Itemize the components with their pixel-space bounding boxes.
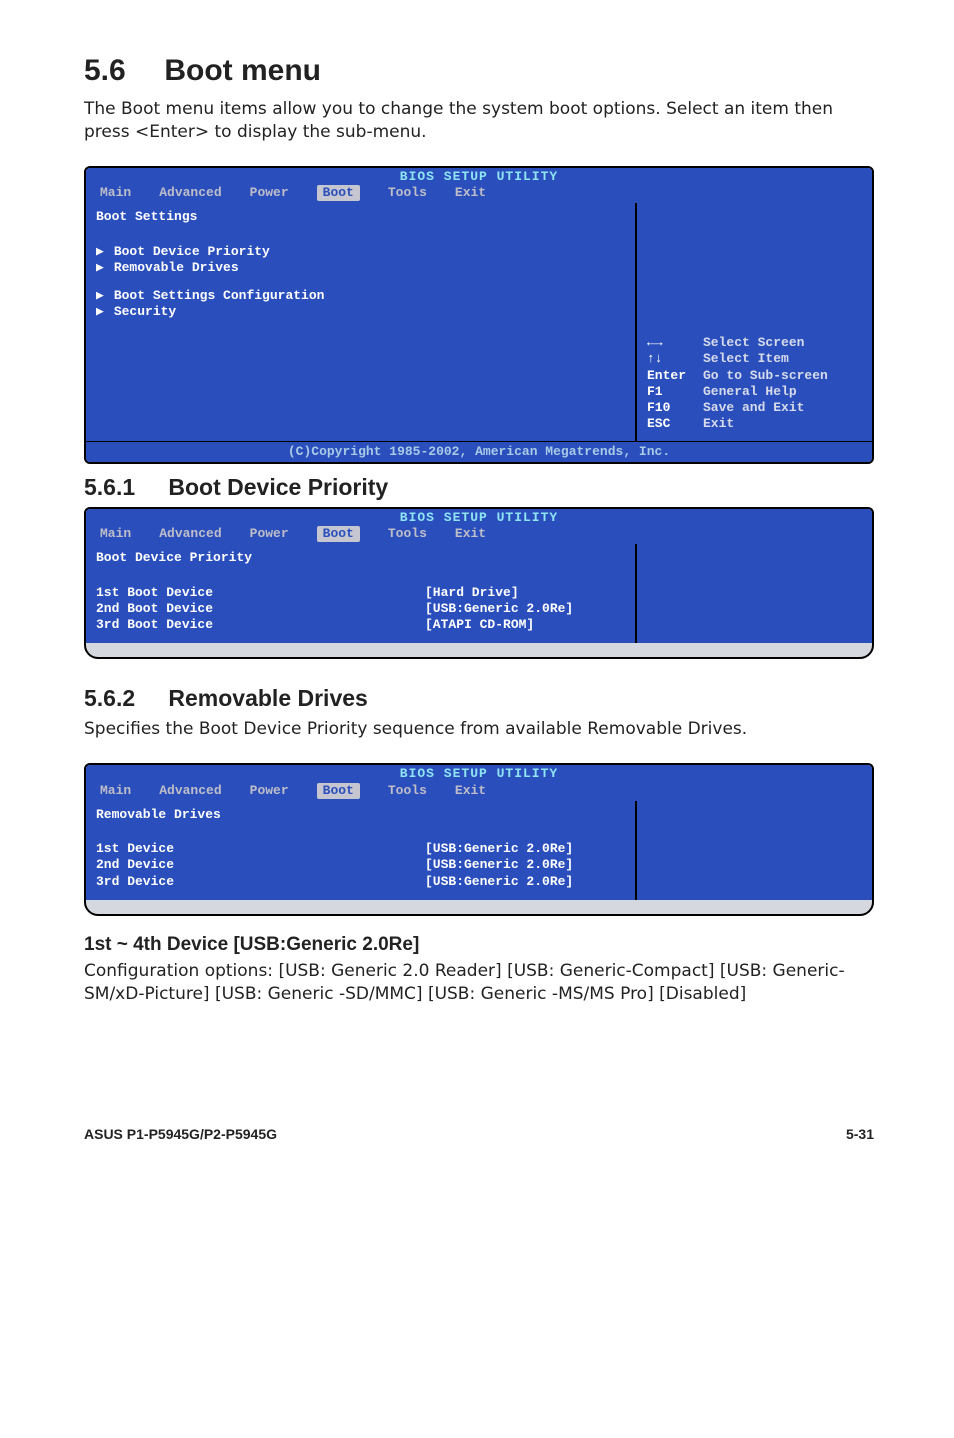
bios-util-title: BIOS SETUP UTILITY: [86, 509, 872, 526]
bios-row-value: [USB:Generic 2.0Re]: [425, 841, 625, 857]
bios-tab-power[interactable]: Power: [250, 783, 289, 799]
bios-item-security[interactable]: ▶ Security: [96, 304, 625, 320]
bios-row-value: [USB:Generic 2.0Re]: [425, 874, 625, 890]
bios-tab-tools[interactable]: Tools: [388, 185, 427, 201]
footer-left: ASUS P1-P5945G/P2-P5945G: [84, 1126, 277, 1142]
bios-row-label: 3rd Device: [96, 874, 425, 890]
bios-tab-advanced[interactable]: Advanced: [159, 783, 221, 799]
bios-row-label: 1st Device: [96, 841, 425, 857]
triangle-right-icon: ▶: [96, 260, 104, 276]
bios-row-value: [USB:Generic 2.0Re]: [425, 601, 625, 617]
hint-key: F1: [647, 384, 703, 400]
bios-item-boot-settings-config[interactable]: ▶ Boot Settings Configuration: [96, 288, 625, 304]
triangle-right-icon: ▶: [96, 304, 104, 320]
section-number: 5.6: [84, 54, 156, 88]
bios-row-3rd-boot-device[interactable]: 3rd Boot Device[ATAPI CD-ROM]: [96, 617, 625, 633]
page-footer: ASUS P1-P5945G/P2-P5945G 5-31: [84, 1126, 874, 1142]
bios-row-value: [ATAPI CD-ROM]: [425, 617, 625, 633]
bios-row-2nd-device[interactable]: 2nd Device[USB:Generic 2.0Re]: [96, 857, 625, 873]
bios-tab-main[interactable]: Main: [100, 783, 131, 799]
bios-item-label: Removable Drives: [114, 260, 625, 276]
subsection-title: Boot Device Priority: [168, 474, 388, 500]
section-title-text: Boot menu: [164, 54, 321, 87]
bios-item-label: Security: [114, 304, 625, 320]
subsection-number: 5.6.1: [84, 474, 162, 501]
bios-util-title: BIOS SETUP UTILITY: [86, 168, 872, 185]
hint-action: Go to Sub-screen: [703, 368, 828, 384]
subsection-heading: 5.6.2 Removable Drives: [84, 685, 874, 712]
bios-row-value: [USB:Generic 2.0Re]: [425, 857, 625, 873]
bios-tab-main[interactable]: Main: [100, 185, 131, 201]
bios-screenshot-boot-device-priority: BIOS SETUP UTILITY Main Advanced Power B…: [84, 507, 874, 660]
bios-tab-boot[interactable]: Boot: [317, 185, 360, 201]
bios-row-value: [Hard Drive]: [425, 585, 625, 601]
footer-right: 5-31: [846, 1126, 874, 1142]
triangle-right-icon: ▶: [96, 244, 104, 260]
bios-tab-power[interactable]: Power: [250, 185, 289, 201]
triangle-right-icon: ▶: [96, 288, 104, 304]
hint-action: Save and Exit: [703, 400, 804, 416]
bios-row-label: 2nd Boot Device: [96, 601, 425, 617]
bios-row-1st-boot-device[interactable]: 1st Boot Device[Hard Drive]: [96, 585, 625, 601]
bios-row-2nd-boot-device[interactable]: 2nd Boot Device[USB:Generic 2.0Re]: [96, 601, 625, 617]
option-text: Configuration options: [USB: Generic 2.0…: [84, 960, 874, 1006]
bios-tab-exit[interactable]: Exit: [455, 526, 486, 542]
hint-key: ←→: [647, 335, 703, 351]
bios-tab-tools[interactable]: Tools: [388, 783, 427, 799]
section-intro: The Boot menu items allow you to change …: [84, 98, 874, 144]
hint-key: Enter: [647, 368, 703, 384]
bios-tab-exit[interactable]: Exit: [455, 185, 486, 201]
bios-item-label: Boot Device Priority: [114, 244, 625, 260]
subsection-title: Removable Drives: [168, 685, 367, 711]
bios-row-3rd-device[interactable]: 3rd Device[USB:Generic 2.0Re]: [96, 874, 625, 890]
bios-tab-advanced[interactable]: Advanced: [159, 185, 221, 201]
option-heading: 1st ~ 4th Device [USB:Generic 2.0Re]: [84, 934, 874, 956]
bios-screenshot-removable-drives: BIOS SETUP UTILITY Main Advanced Power B…: [84, 763, 874, 916]
hint-action: Select Screen: [703, 335, 804, 351]
bios-item-removable-drives[interactable]: ▶ Removable Drives: [96, 260, 625, 276]
bios-hints: ←→Select Screen ↑↓Select Item EnterGo to…: [647, 335, 862, 433]
hint-key: F10: [647, 400, 703, 416]
hint-action: Exit: [703, 416, 734, 432]
subsection-number: 5.6.2: [84, 685, 162, 712]
bios-menu-bar: Main Advanced Power Boot Tools Exit: [86, 185, 872, 203]
bios-tab-power[interactable]: Power: [250, 526, 289, 542]
hint-action: General Help: [703, 384, 797, 400]
section-heading: 5.6 Boot menu: [84, 54, 874, 88]
hint-key: ESC: [647, 416, 703, 432]
bios-tab-boot[interactable]: Boot: [317, 783, 360, 799]
bios-row-label: 1st Boot Device: [96, 585, 425, 601]
subsection-text: Specifies the Boot Device Priority seque…: [84, 718, 874, 741]
bios-tab-advanced[interactable]: Advanced: [159, 526, 221, 542]
bios-panel-title: Removable Drives: [96, 807, 625, 823]
bios-tab-tools[interactable]: Tools: [388, 526, 427, 542]
bios-util-title: BIOS SETUP UTILITY: [86, 765, 872, 782]
hint-key: ↑↓: [647, 351, 703, 367]
subsection-heading: 5.6.1 Boot Device Priority: [84, 474, 874, 501]
hint-action: Select Item: [703, 351, 789, 367]
bios-tab-main[interactable]: Main: [100, 526, 131, 542]
bios-menu-bar: Main Advanced Power Boot Tools Exit: [86, 783, 872, 801]
bios-menu-bar: Main Advanced Power Boot Tools Exit: [86, 526, 872, 544]
bios-row-1st-device[interactable]: 1st Device[USB:Generic 2.0Re]: [96, 841, 625, 857]
bios-tab-boot[interactable]: Boot: [317, 526, 360, 542]
bios-panel-title: Boot Device Priority: [96, 550, 625, 566]
bios-item-boot-device-priority[interactable]: ▶ Boot Device Priority: [96, 244, 625, 260]
bios-row-label: 2nd Device: [96, 857, 425, 873]
bios-screenshot-boot-settings: BIOS SETUP UTILITY Main Advanced Power B…: [84, 166, 874, 464]
bios-item-label: Boot Settings Configuration: [114, 288, 625, 304]
bios-row-label: 3rd Boot Device: [96, 617, 425, 633]
bios-panel-title: Boot Settings: [96, 209, 625, 225]
bios-copyright: (C)Copyright 1985-2002, American Megatre…: [86, 441, 872, 462]
bios-tab-exit[interactable]: Exit: [455, 783, 486, 799]
